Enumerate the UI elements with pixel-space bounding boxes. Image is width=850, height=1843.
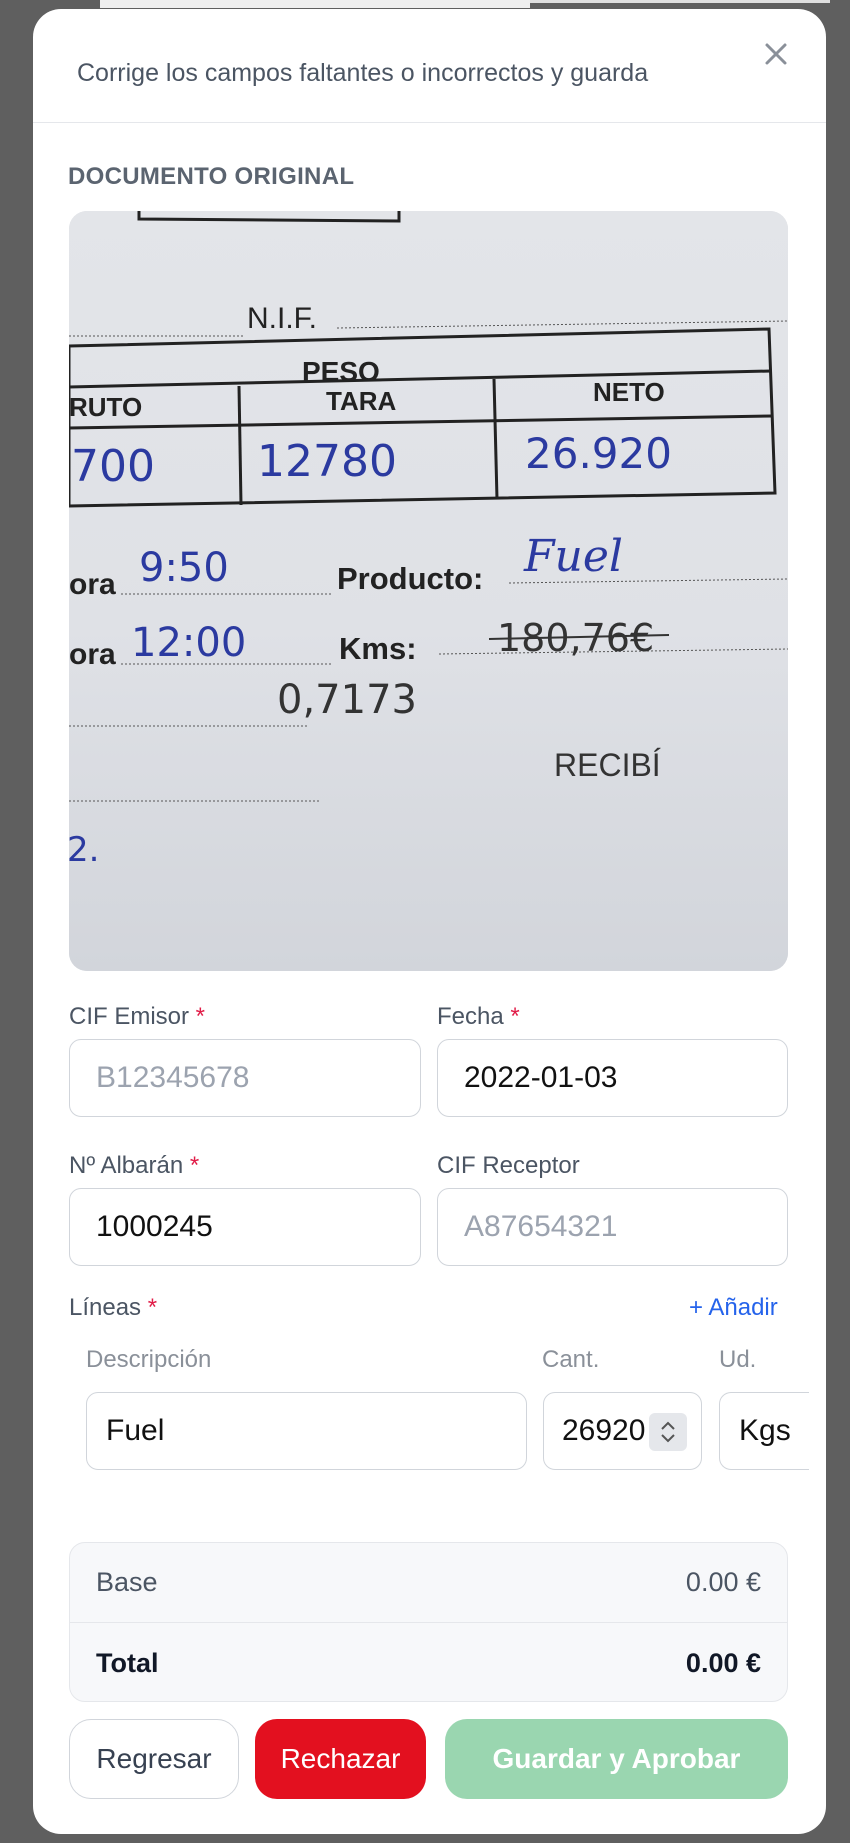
base-row: Base 0.00 €	[70, 1543, 787, 1623]
close-icon[interactable]	[756, 34, 796, 74]
photo-producto-label: Producto:	[337, 561, 483, 596]
fecha-label: Fecha *	[437, 1003, 520, 1030]
back-button[interactable]: Regresar	[69, 1719, 239, 1799]
photo-hora1-label: ora	[69, 568, 116, 601]
total-value: 0.00 €	[685, 1647, 761, 1678]
line-quantity-value: 26920	[562, 1414, 646, 1447]
add-line-button[interactable]: + Añadir	[689, 1294, 778, 1322]
line-description-input[interactable]: Fuel	[86, 1392, 527, 1470]
column-header-description: Descripción	[86, 1346, 212, 1373]
totals-summary: Base 0.00 € Total 0.00 €	[69, 1542, 788, 1702]
modal-header: Corrige los campos faltantes o incorrect…	[33, 9, 826, 123]
section-label-original-document: DOCUMENTO ORIGINAL	[68, 163, 355, 190]
column-header-unit: Ud.	[719, 1346, 757, 1373]
modal-subtitle: Corrige los campos faltantes o incorrect…	[77, 59, 649, 87]
photo-hora1-value: 9:50	[139, 545, 229, 591]
backdrop-edge	[100, 0, 530, 8]
photo-bruto: RUTO	[69, 392, 142, 422]
total-label: Total	[96, 1647, 159, 1678]
lineas-label: Líneas *	[69, 1294, 158, 1321]
photo-nif: N.I.F.	[247, 302, 317, 335]
review-modal: Corrige los campos faltantes o incorrect…	[33, 9, 826, 1834]
photo-neto: NETO	[593, 377, 665, 407]
cif-receptor-input[interactable]: A87654321	[437, 1188, 788, 1266]
albaran-input[interactable]: 1000245	[69, 1188, 421, 1266]
reject-button[interactable]: Rechazar	[255, 1719, 426, 1799]
albaran-label: Nº Albarán *	[69, 1152, 200, 1179]
photo-kms-label: Kms:	[339, 631, 417, 666]
photo-tara: TARA	[326, 386, 397, 416]
original-document-photo: N.I.F. PESO RUTO TARA NETO 700 12780 26.…	[69, 211, 788, 971]
photo-tara-value: 12780	[257, 436, 397, 487]
photo-extra-value: 0,7173	[277, 677, 417, 723]
column-header-quantity: Cant.	[542, 1346, 600, 1373]
photo-peso: PESO	[302, 356, 380, 387]
cif-receptor-label: CIF Receptor	[437, 1152, 580, 1179]
photo-neto-value: 26.920	[525, 429, 672, 478]
line-unit-input[interactable]: Kgs	[719, 1392, 809, 1470]
save-and-approve-button[interactable]: Guardar y Aprobar	[445, 1719, 788, 1799]
cif-emisor-label: CIF Emisor *	[69, 1003, 206, 1030]
quantity-stepper-icon[interactable]	[649, 1413, 687, 1451]
total-row: Total 0.00 €	[70, 1623, 787, 1701]
line-quantity-input[interactable]: 26920	[543, 1392, 702, 1470]
backdrop-edge	[530, 0, 830, 3]
photo-recibi: RECIBÍ	[554, 747, 661, 783]
cif-emisor-input[interactable]: B12345678	[69, 1039, 421, 1117]
base-label: Base	[96, 1567, 158, 1597]
photo-hora2-label: ora	[69, 638, 116, 671]
photo-mark: 2.	[69, 830, 99, 870]
photo-producto-value: Fuel	[523, 531, 623, 582]
photo-hora2-value: 12:00	[131, 620, 246, 666]
fecha-input[interactable]: 2022-01-03	[437, 1039, 788, 1117]
photo-bruto-value: 700	[71, 441, 155, 492]
base-value: 0.00 €	[685, 1567, 761, 1597]
